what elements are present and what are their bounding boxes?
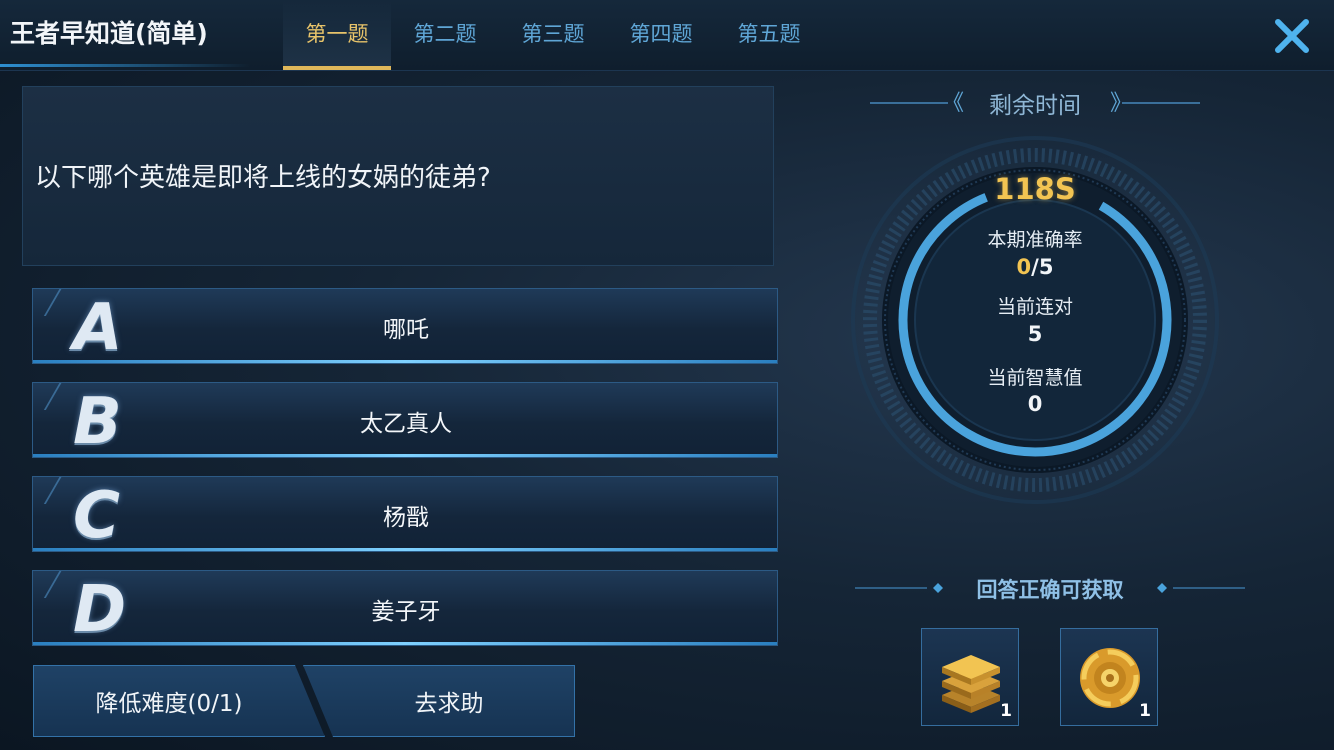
accuracy-label: 本期准确率 <box>987 229 1083 251</box>
close-button[interactable] <box>1270 14 1314 58</box>
accuracy-total: /5 <box>1031 255 1054 279</box>
wisdom-label: 当前智慧值 <box>987 367 1083 389</box>
question-panel: 以下哪个英雄是即将上线的女娲的徒弟? <box>22 86 774 266</box>
tab-question-5[interactable]: 第五题 <box>715 0 823 70</box>
close-icon <box>1275 19 1309 53</box>
reward-count-coin: 1 <box>1139 701 1151 721</box>
option-text-b: 太乙真人 <box>360 411 452 437</box>
title-underline <box>0 64 250 67</box>
lower-difficulty-button[interactable]: 降低难度(0/1) <box>33 665 325 737</box>
tab-question-3[interactable]: 第三题 <box>499 0 607 70</box>
option-text-a: 哪吒 <box>383 317 429 343</box>
option-c-button[interactable]: C 杨戬 <box>32 476 778 552</box>
reward-count-books: 1 <box>1000 701 1012 721</box>
reward-label: 回答正确可获取 <box>976 578 1124 602</box>
lower-difficulty-label: 降低难度(0/1) <box>95 691 243 717</box>
timer-label: 剩余时间 <box>989 93 1081 119</box>
accuracy-value: 0/5 <box>935 255 1135 279</box>
top-bar: 王者早知道(简单) 第一题 第二题 第三题 第四题 第五题 <box>0 0 1334 71</box>
reward-item-coin[interactable]: 1 <box>1060 628 1158 726</box>
option-b-button[interactable]: B 太乙真人 <box>32 382 778 458</box>
option-d-button[interactable]: D 姜子牙 <box>32 570 778 646</box>
reward-header: 回答正确可获取 <box>855 574 1245 604</box>
page-title: 王者早知道(简单) <box>10 19 208 48</box>
wisdom-value: 0 <box>1027 392 1043 416</box>
option-a-button[interactable]: A 哪吒 <box>32 288 778 364</box>
option-text-c: 杨戬 <box>383 505 429 531</box>
streak-value: 5 <box>1027 322 1043 346</box>
tab-question-4[interactable]: 第四题 <box>607 0 715 70</box>
tab-question-1[interactable]: 第一题 <box>283 0 391 70</box>
option-text-d: 姜子牙 <box>371 599 441 625</box>
ask-help-button[interactable]: 去求助 <box>303 665 575 737</box>
ask-help-label: 去求助 <box>414 691 484 717</box>
timer-header: 《 》 剩余时间 <box>870 86 1200 120</box>
question-text: 以下哪个英雄是即将上线的女娲的徒弟? <box>35 163 491 193</box>
reward-item-books[interactable]: 1 <box>921 628 1019 726</box>
tab-question-2[interactable]: 第二题 <box>391 0 499 70</box>
accuracy-correct: 0 <box>1016 255 1032 279</box>
question-tabs: 第一题 第二题 第三题 第四题 第五题 <box>283 0 823 70</box>
countdown-value: 118S <box>994 172 1076 206</box>
streak-label: 当前连对 <box>996 296 1073 318</box>
